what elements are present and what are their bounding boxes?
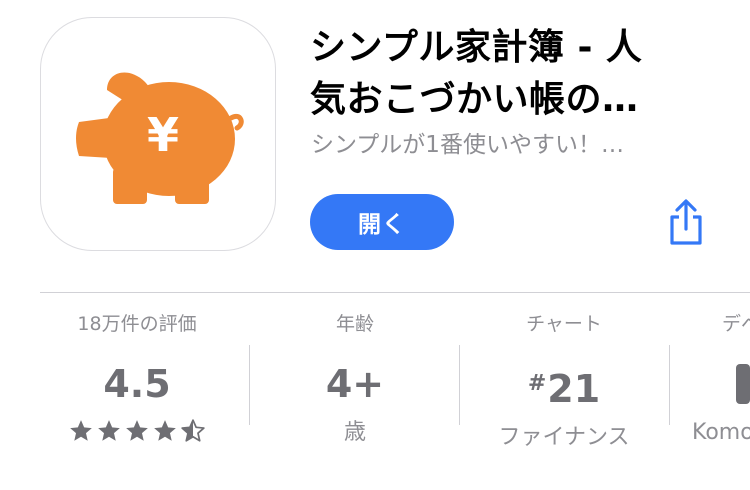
rating-stars — [40, 416, 234, 446]
stat-separator — [459, 345, 460, 425]
rating-value: 4.5 — [103, 362, 171, 406]
star-icon — [70, 420, 92, 441]
share-icon — [670, 199, 702, 245]
piggy-bank-yen-icon: ¥ — [76, 72, 244, 204]
star-icon — [154, 420, 176, 441]
app-title-line2: 気おこづかい帳の… — [310, 79, 639, 120]
chart-stat[interactable]: チャート #21 ファイナンス — [466, 310, 662, 480]
age-header: 年齢 — [335, 313, 374, 335]
age-value: 4+ — [325, 362, 385, 406]
stat-separator — [249, 345, 250, 425]
share-button[interactable] — [662, 196, 710, 250]
app-title: シンプル家計簿 - 人 気おこづかい帳の… — [310, 22, 730, 126]
star-icon — [126, 420, 148, 441]
ratings-header: 18万件の評価 — [77, 313, 197, 335]
chart-rank-value: 21 — [547, 367, 601, 411]
chart-rank: #21 — [466, 358, 662, 415]
developer-icon-wrap — [690, 358, 750, 410]
svg-text:¥: ¥ — [147, 108, 179, 162]
developer-stat[interactable]: デベ Komo — [690, 310, 750, 480]
chart-header: チャート — [526, 313, 602, 335]
ratings-stat[interactable]: 18万件の評価 4.5 — [40, 310, 234, 480]
developer-name: Komo — [692, 420, 750, 445]
star-icon — [98, 420, 120, 441]
age-sub: 歳 — [343, 420, 366, 445]
open-button[interactable]: 開く — [310, 194, 454, 250]
developer-header: デベ — [722, 313, 750, 335]
app-store-page: ¥ シンプル家計簿 - 人 気おこづかい帳の… シンプルが1番使いやすい！… 開… — [0, 0, 750, 490]
chart-category: ファイナンス — [498, 425, 630, 450]
app-title-line1: シンプル家計簿 - 人 — [310, 27, 643, 68]
header-divider — [40, 292, 750, 293]
age-stat[interactable]: 年齢 4+ 歳 — [258, 310, 452, 480]
half-star-icon — [181, 419, 205, 442]
chart-rank-prefix: # — [527, 371, 547, 396]
stat-separator — [669, 345, 670, 425]
app-subtitle: シンプルが1番使いやすい！… — [311, 132, 624, 158]
app-icon[interactable]: ¥ — [40, 17, 276, 251]
person-icon — [736, 364, 750, 404]
